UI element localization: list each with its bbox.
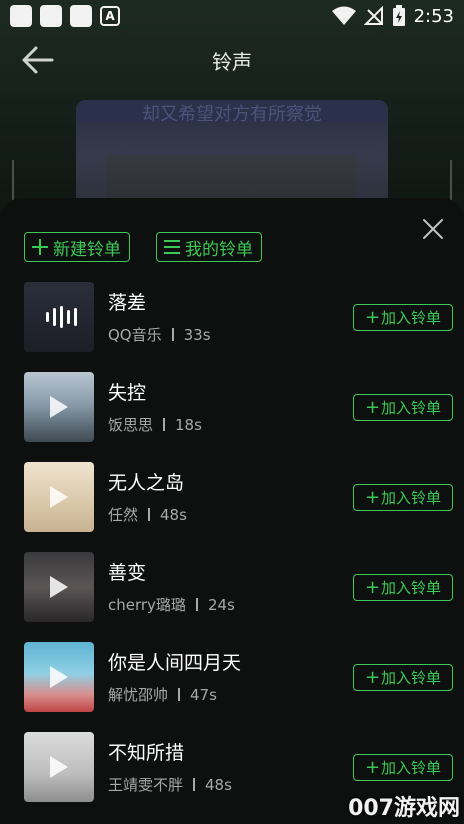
album-cover[interactable]	[24, 372, 94, 442]
ringtone-screen: A 2:53 铃声 却又希望对方有所察觉 新建铃单 我的铃单 落差 QQ音乐 3…	[0, 0, 464, 824]
album-cover[interactable]	[24, 642, 94, 712]
artist-name: QQ音乐	[108, 326, 162, 344]
add-label: 加入铃单	[381, 399, 442, 417]
new-playlist-label: 新建铃单	[53, 239, 121, 260]
play-icon	[50, 576, 68, 598]
artist-name: cherry璐璐	[108, 596, 186, 614]
list-item[interactable]: 善变 cherry璐璐 24s + 加入铃单	[0, 552, 464, 642]
notification-icon	[10, 5, 32, 27]
artist-name: 王靖雯不胖	[108, 776, 184, 794]
song-title: 失控	[108, 382, 147, 404]
song-title: 善变	[108, 562, 147, 584]
song-title: 无人之岛	[108, 472, 185, 494]
divider	[450, 160, 452, 200]
ringtone-sheet: 新建铃单 我的铃单 落差 QQ音乐 33s + 加入铃单 失控 饭思思 18s …	[0, 198, 464, 824]
album-cover[interactable]	[24, 282, 94, 352]
add-label: 加入铃单	[381, 489, 442, 507]
my-playlist-button[interactable]: 我的铃单	[156, 232, 262, 262]
list-icon	[164, 240, 180, 254]
new-playlist-button[interactable]: 新建铃单	[24, 232, 130, 262]
add-to-playlist-button[interactable]: + 加入铃单	[353, 574, 453, 601]
list-item[interactable]: 你是人间四月天 解忧邵帅 47s + 加入铃单	[0, 642, 464, 732]
my-playlist-label: 我的铃单	[185, 239, 253, 260]
notification-icon	[70, 5, 92, 27]
song-title: 你是人间四月天	[108, 652, 242, 674]
battery-icon	[392, 5, 405, 26]
list-item[interactable]: 落差 QQ音乐 33s + 加入铃单	[0, 282, 464, 372]
song-duration: 48s	[205, 776, 232, 794]
notification-icon	[40, 5, 62, 27]
status-indicators: 2:53	[331, 5, 454, 27]
add-label: 加入铃单	[381, 579, 442, 597]
play-icon	[50, 666, 68, 688]
song-duration: 33s	[183, 326, 211, 344]
text-icon: A	[100, 6, 120, 26]
wifi-icon	[331, 6, 356, 25]
add-label: 加入铃单	[381, 309, 442, 327]
add-to-playlist-button[interactable]: + 加入铃单	[353, 664, 453, 691]
clock: 2:53	[413, 5, 454, 27]
waveform-icon	[46, 306, 77, 328]
watermark: 007游戏网	[348, 796, 460, 821]
song-title: 落差	[108, 292, 147, 314]
song-meta: 饭思思 18s	[108, 414, 202, 435]
album-cover[interactable]	[24, 462, 94, 532]
album-cover[interactable]	[24, 732, 94, 802]
add-to-playlist-button[interactable]: + 加入铃单	[353, 394, 453, 421]
song-meta: cherry璐璐 24s	[108, 594, 235, 615]
song-list: 落差 QQ音乐 33s + 加入铃单 失控 饭思思 18s + 加入铃单 无人之…	[0, 282, 464, 822]
song-meta: 任然 48s	[108, 504, 187, 525]
song-meta: QQ音乐 33s	[108, 324, 211, 345]
song-title: 不知所措	[108, 742, 185, 764]
song-duration: 24s	[207, 596, 235, 614]
header: 铃声	[0, 36, 464, 84]
status-bar: A 2:53	[0, 0, 464, 32]
add-label: 加入铃单	[381, 759, 442, 777]
play-icon	[50, 396, 68, 418]
song-meta: 王靖雯不胖 48s	[108, 774, 232, 795]
artist-name: 解忧邵帅	[108, 686, 169, 704]
plus-icon	[32, 239, 48, 255]
add-to-playlist-button[interactable]: + 加入铃单	[353, 754, 453, 781]
song-duration: 18s	[175, 416, 202, 434]
album-cover[interactable]	[24, 552, 94, 622]
song-duration: 47s	[190, 686, 217, 704]
divider	[12, 160, 14, 200]
play-icon	[50, 486, 68, 508]
page-title: 铃声	[212, 50, 252, 74]
add-to-playlist-button[interactable]: + 加入铃单	[353, 484, 453, 511]
song-meta: 解忧邵帅 47s	[108, 684, 217, 705]
list-item[interactable]: 无人之岛 任然 48s + 加入铃单	[0, 462, 464, 552]
add-to-playlist-button[interactable]: + 加入铃单	[353, 304, 453, 331]
video-caption: 却又希望对方有所察觉	[76, 100, 388, 122]
add-label: 加入铃单	[381, 669, 442, 687]
play-icon	[50, 756, 68, 778]
artist-name: 任然	[108, 506, 139, 524]
list-item[interactable]: 失控 饭思思 18s + 加入铃单	[0, 372, 464, 462]
close-icon[interactable]	[422, 218, 444, 240]
no-signal-icon	[363, 6, 383, 25]
song-duration: 48s	[160, 506, 187, 524]
artist-name: 饭思思	[108, 416, 154, 434]
